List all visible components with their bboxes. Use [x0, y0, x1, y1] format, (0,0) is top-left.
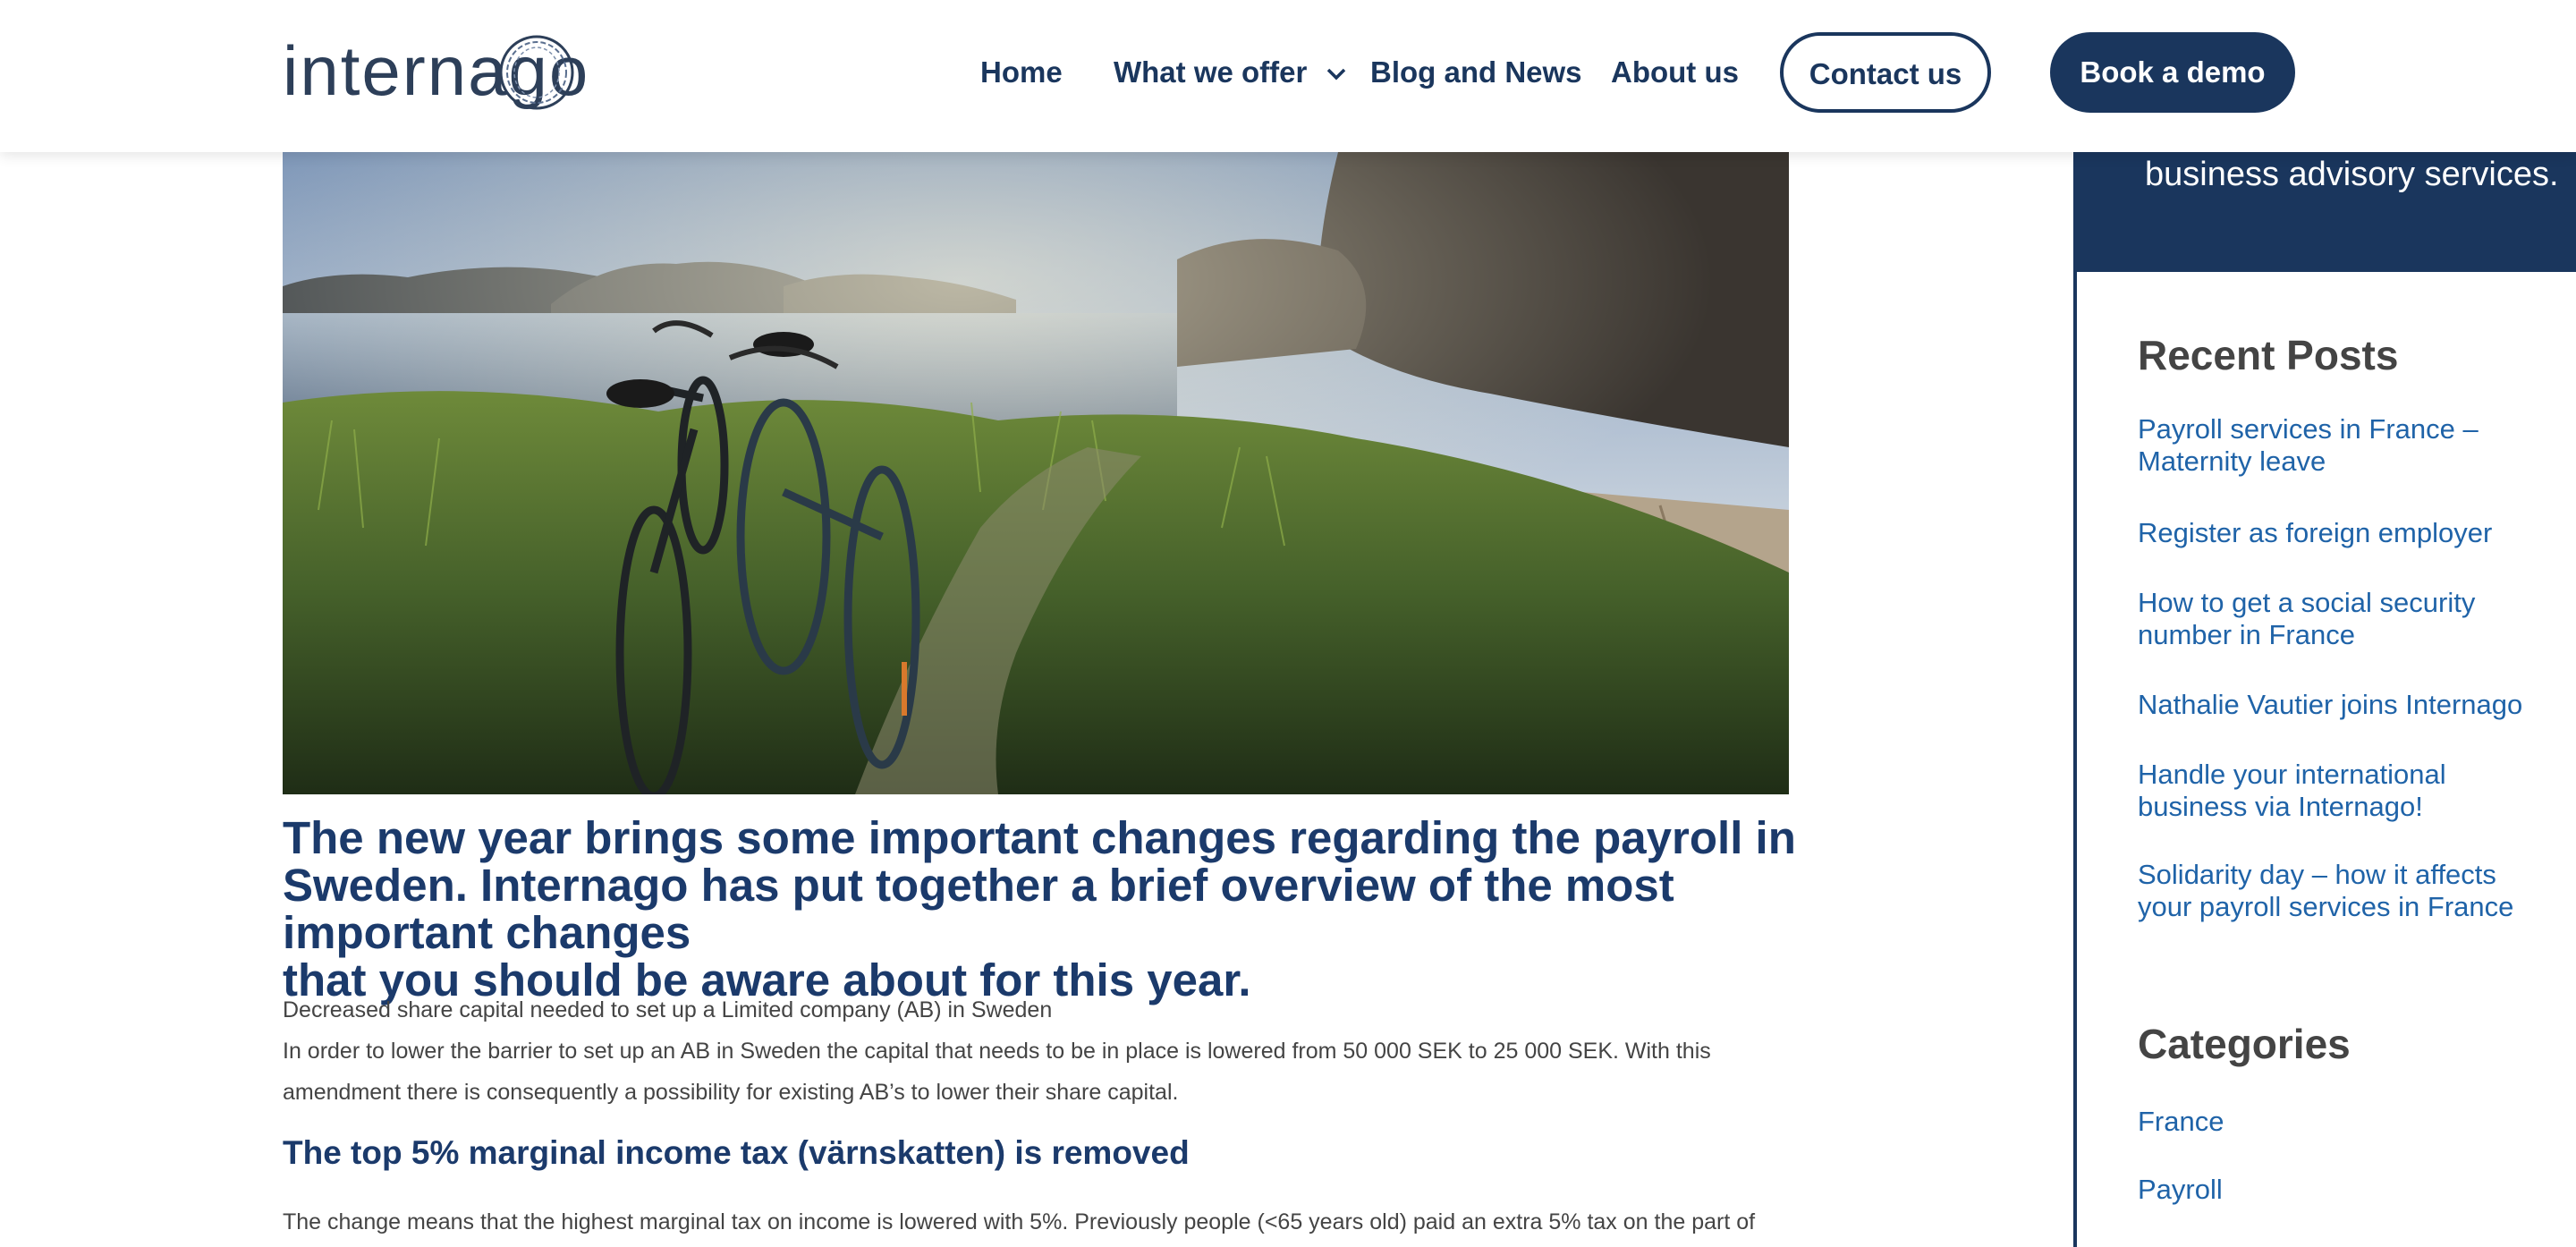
recent-post-link-1-line-2: Maternity leave	[2138, 445, 2326, 477]
sidebar-promo-box: business advisory services.	[2073, 152, 2576, 272]
recent-post-link-4-line-1: Nathalie Vautier joins Internago	[2138, 689, 2523, 720]
article-paragraph-marginal-tax: The change means that the highest margin…	[283, 1209, 1756, 1234]
article-subheading-marginal-tax: The top 5% marginal income tax (värnskat…	[283, 1134, 1190, 1171]
nav-about-us-label: About us	[1611, 55, 1739, 89]
category-link-payroll[interactable]: Payroll	[2138, 1174, 2540, 1206]
recent-post-link-3-line-1: How to get a social security	[2138, 587, 2476, 618]
article-paragraph-share-capital-2: amendment there is consequently a possib…	[283, 1080, 1179, 1105]
categories-heading: Categories	[2138, 1021, 2351, 1067]
article-title: The new year brings some important chang…	[283, 814, 1803, 1004]
recent-post-link-6-line-1: Solidarity day – how it affects	[2138, 859, 2496, 890]
recent-post-link-6-line-2: your payroll services in France	[2138, 891, 2514, 922]
recent-post-link-5-line-1: Handle your international	[2138, 759, 2446, 790]
internago-logo[interactable]: internago	[283, 30, 588, 111]
chevron-down-icon	[1326, 69, 1345, 81]
nav-what-we-offer[interactable]: What we offer	[1114, 32, 1346, 113]
recent-post-link-3[interactable]: How to get a social security number in F…	[2138, 587, 2540, 651]
category-link-france[interactable]: France	[2138, 1106, 2540, 1138]
recent-post-link-6[interactable]: Solidarity day – how it affects your pay…	[2138, 859, 2540, 923]
recent-post-link-4[interactable]: Nathalie Vautier joins Internago	[2138, 689, 2540, 721]
recent-post-link-5-line-2: business via Internago!	[2138, 791, 2423, 822]
article-title-line-1: The new year brings some important chang…	[283, 812, 1796, 863]
recent-posts-heading: Recent Posts	[2138, 332, 2399, 378]
article-paragraph-share-capital-1: In order to lower the barrier to set up …	[283, 1039, 1711, 1064]
recent-post-link-3-line-2: number in France	[2138, 619, 2355, 650]
article-title-line-2: Sweden. Internago has put together a bri…	[283, 860, 1674, 958]
nav-about-us[interactable]: About us	[1611, 32, 1739, 113]
recent-post-link-1-line-1: Payroll services in France –	[2138, 413, 2479, 445]
nav-what-we-offer-label: What we offer	[1114, 55, 1308, 89]
recent-post-link-1[interactable]: Payroll services in France – Maternity l…	[2138, 413, 2540, 478]
nav-blog-news-label: Blog and News	[1370, 55, 1582, 89]
hero-image	[283, 152, 1789, 794]
sidebar-promo-text: business advisory services.	[2145, 156, 2559, 193]
logo-swirl-icon	[499, 35, 574, 110]
photo-bicycles-by-lake-icon	[283, 152, 1789, 794]
contact-us-button[interactable]: Contact us	[1780, 32, 1991, 113]
recent-post-link-5[interactable]: Handle your international business via I…	[2138, 759, 2540, 823]
recent-post-link-2[interactable]: Register as foreign employer	[2138, 517, 2540, 549]
nav-home-label: Home	[980, 55, 1063, 89]
nav-blog-news[interactable]: Blog and News	[1370, 32, 1582, 113]
recent-post-link-2-line-1: Register as foreign employer	[2138, 517, 2493, 548]
nav-home[interactable]: Home	[980, 32, 1063, 113]
book-demo-button[interactable]: Book a demo	[2050, 32, 2295, 113]
site-header: internago Home What we offer Blog and Ne…	[0, 0, 2576, 152]
article-paragraph-share-capital-heading: Decreased share capital needed to set up…	[283, 997, 1053, 1022]
